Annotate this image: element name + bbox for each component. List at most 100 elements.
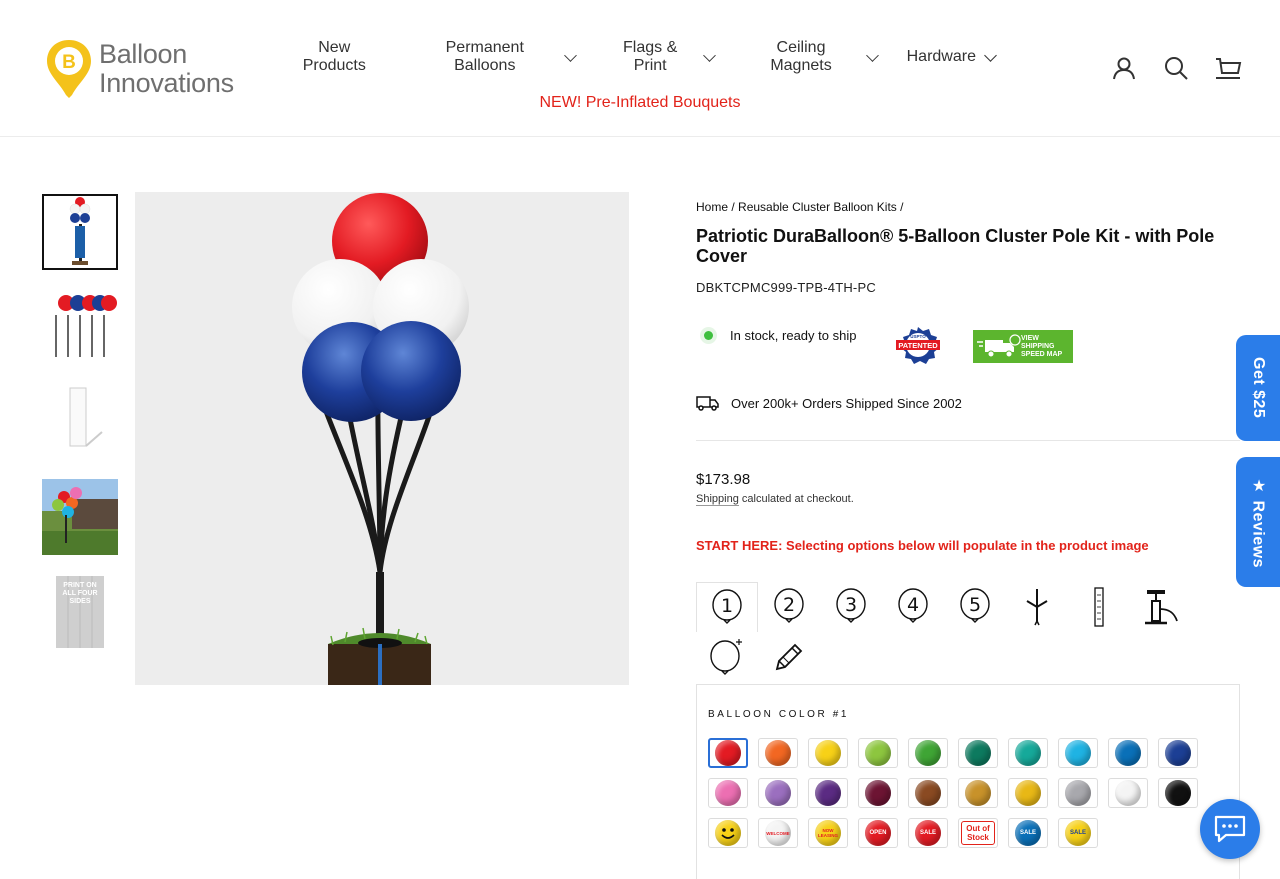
color-swatch[interactable]	[1058, 778, 1098, 808]
add-balloon-icon	[710, 639, 742, 675]
thumbnail-pole-kit[interactable]	[42, 194, 118, 270]
balloon-4-icon: 4	[898, 588, 928, 623]
nav-new-products[interactable]: New Products	[270, 36, 399, 78]
color-swatch[interactable]	[1158, 738, 1198, 768]
balloon-2-number: 2	[783, 594, 795, 616]
nav-pre-inflated-bouquets[interactable]: NEW! Pre-Inflated Bouquets	[540, 94, 741, 111]
cart-icon[interactable]	[1214, 54, 1242, 82]
color-swatch[interactable]	[908, 778, 948, 808]
nav-flags-print[interactable]: Flags & Print	[590, 36, 729, 78]
balloon-3-icon: 3	[836, 588, 866, 623]
balloon-color-ball	[1015, 780, 1041, 806]
color-swatch[interactable]	[958, 738, 998, 768]
pole-kit-thumbnail-icon	[69, 197, 91, 265]
message-balloon-ball: OPEN	[865, 820, 891, 846]
color-swatch[interactable]	[958, 778, 998, 808]
color-swatch[interactable]	[908, 738, 948, 768]
breadcrumb-category[interactable]: Reusable Cluster Balloon Kits	[738, 200, 897, 214]
color-swatch[interactable]	[1058, 738, 1098, 768]
breadcrumb-home[interactable]: Home	[696, 200, 728, 214]
tab-balloon-2[interactable]: 2	[758, 582, 820, 632]
patent-badge-sub: USPTO	[910, 334, 926, 339]
search-icon[interactable]	[1162, 54, 1190, 82]
color-swatch[interactable]	[708, 738, 748, 768]
stock-row: In stock, ready to ship PATENTED USPTO V…	[696, 327, 1073, 364]
thumbnail-pole-cover[interactable]	[42, 384, 118, 460]
color-swatch[interactable]	[758, 738, 798, 768]
balloon-color-ball	[765, 780, 791, 806]
color-swatch[interactable]	[1008, 778, 1048, 808]
orders-row: Over 200k+ Orders Shipped Since 2002	[696, 395, 962, 411]
shipping-link[interactable]: Shipping	[696, 493, 739, 506]
color-swatch[interactable]	[858, 738, 898, 768]
delivery-truck-icon	[977, 334, 1021, 358]
shipping-speed-map-button[interactable]: VIEW SHIPPING SPEED MAP	[973, 330, 1073, 363]
product-main-image[interactable]	[135, 192, 629, 685]
color-swatch[interactable]	[808, 738, 848, 768]
brand-name-line1: Balloon	[99, 39, 187, 69]
svg-text:B: B	[62, 52, 76, 73]
account-icon[interactable]	[1110, 54, 1138, 82]
color-swatch[interactable]	[858, 778, 898, 808]
color-swatch[interactable]	[708, 778, 748, 808]
nav-hardware[interactable]: Hardware	[892, 36, 1010, 78]
balloon-4-number: 4	[907, 594, 919, 616]
message-balloon-ball: NOW LEASING	[815, 820, 841, 846]
color-swatch[interactable]	[1008, 738, 1048, 768]
chat-button[interactable]	[1200, 799, 1260, 859]
tab-balloon-1[interactable]: 1	[696, 582, 758, 632]
tab-balloon-5[interactable]: 5	[944, 582, 1006, 632]
thumbnail-cluster-lineup[interactable]	[42, 289, 118, 365]
message-balloon-ball: SALE	[1065, 820, 1091, 846]
color-swatch[interactable]	[1158, 778, 1198, 808]
tab-pole-cover[interactable]	[1068, 582, 1130, 632]
chevron-down-icon	[865, 48, 879, 62]
color-swatch[interactable]	[808, 778, 848, 808]
color-swatch[interactable]	[1108, 738, 1148, 768]
brand-name-line2: Innovations	[99, 68, 234, 98]
color-swatch-sale[interactable]: SALE	[1058, 818, 1098, 848]
get-25-tab[interactable]: Get $25	[1236, 335, 1280, 441]
color-swatch[interactable]	[758, 778, 798, 808]
patent-badge-text: PATENTED	[898, 341, 938, 350]
color-swatch-welcome[interactable]: WELCOME	[758, 818, 798, 848]
tab-stake[interactable]	[1006, 582, 1068, 632]
header-actions	[1110, 54, 1242, 82]
nav-ceiling-magnets[interactable]: Ceiling Magnets	[729, 36, 891, 78]
color-swatch[interactable]	[1108, 778, 1148, 808]
balloon-color-ball	[965, 780, 991, 806]
balloon-cluster-pole-image	[292, 193, 469, 685]
patented-badge: PATENTED USPTO	[896, 327, 940, 364]
shipping-map-label: VIEW SHIPPING SPEED MAP	[1021, 334, 1063, 358]
brand-logo[interactable]: B Balloon Innovations	[44, 36, 259, 102]
reviews-tab[interactable]: ★ Reviews	[1236, 457, 1280, 587]
thumbnail-storefront-photo[interactable]	[42, 479, 118, 555]
color-swatch-out-of-stock[interactable]: Out of Stock	[958, 818, 998, 848]
color-swatch-smiley[interactable]	[708, 818, 748, 848]
balloon-color-ball	[1065, 780, 1091, 806]
tab-balloon-4[interactable]: 4	[882, 582, 944, 632]
color-swatch-sale[interactable]: SALE	[1008, 818, 1048, 848]
tab-add-balloon[interactable]	[696, 632, 758, 682]
tab-balloon-3[interactable]: 3	[820, 582, 882, 632]
balloon-color-ball	[1065, 740, 1091, 766]
message-balloon-ball: SALE	[1015, 820, 1041, 846]
color-swatch-open[interactable]: OPEN	[858, 818, 898, 848]
color-swatch-sale[interactable]: SALE	[908, 818, 948, 848]
out-of-stock-label: Out of Stock	[961, 821, 995, 845]
edit-pencil-icon	[775, 643, 803, 671]
balloon-color-ball	[865, 780, 891, 806]
message-balloon-ball: SALE	[915, 820, 941, 846]
balloon-color-ball	[1165, 740, 1191, 766]
chat-bubble-icon	[1214, 815, 1246, 843]
smiley-face-icon	[715, 820, 741, 846]
tab-customize-text[interactable]	[758, 632, 820, 682]
tab-pump[interactable]	[1130, 582, 1192, 632]
color-swatch-now-leasing[interactable]: NOW LEASING	[808, 818, 848, 848]
thumbnail-print-four-sides[interactable]: PRINT ON ALL FOUR SIDES	[42, 574, 118, 650]
shipping-note-text: calculated at checkout.	[738, 493, 854, 505]
balloon-color-ball	[715, 740, 741, 766]
nav-label: Permanent Balloons	[445, 39, 524, 74]
nav-permanent-balloons[interactable]: Permanent Balloons	[399, 36, 590, 78]
balloon-color-ball	[1015, 740, 1041, 766]
